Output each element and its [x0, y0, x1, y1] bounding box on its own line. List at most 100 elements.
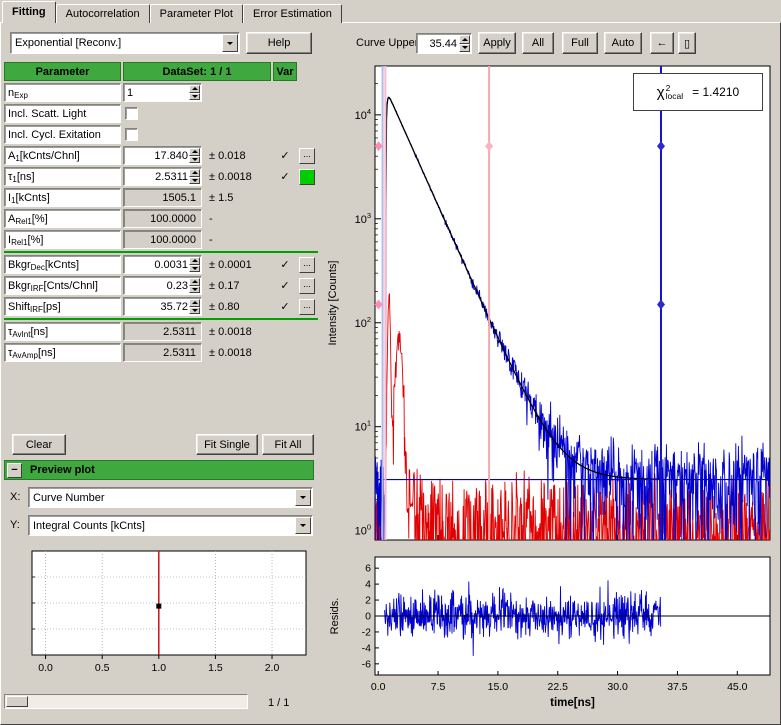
x-axis-dropdown-value: Curve Number — [29, 492, 294, 504]
clear-button[interactable]: Clear — [12, 434, 66, 455]
parameter-rows: nExp1Incl. Scatt. LightIncl. Cycl. Exita… — [4, 83, 318, 362]
spin-up-icon[interactable] — [189, 278, 200, 286]
param-row-tau-av-amp: τAvAmp[ns]2.5311± 0.0018 — [4, 343, 318, 362]
spinner[interactable] — [189, 169, 200, 184]
param-row-bkgr-irf: BkgrIRF[Cnts/Chnl]0.23± 0.17✓... — [4, 276, 318, 295]
full-button[interactable]: Full — [562, 32, 598, 54]
more-options-button[interactable]: ... — [299, 299, 315, 315]
tab-fitting[interactable]: Fitting — [2, 1, 56, 23]
header-spacer — [299, 62, 317, 81]
spinner[interactable] — [189, 257, 200, 272]
spin-up-icon[interactable] — [189, 85, 200, 93]
var-check-tau-av-amp — [273, 343, 297, 362]
spin-down-icon[interactable] — [189, 156, 200, 164]
checkbox-incl-scatt-light[interactable] — [125, 107, 138, 120]
var-check-tau-1[interactable]: ✓ — [273, 167, 297, 186]
spin-down-icon[interactable] — [189, 286, 200, 294]
spin-down-icon[interactable] — [189, 177, 200, 185]
svg-text:-4: -4 — [362, 642, 371, 654]
param-value-shift-irf[interactable]: 35.72 — [123, 297, 202, 316]
param-error-tau-av-int: ± 0.0018 — [204, 322, 271, 341]
cursor-tool-button[interactable]: ▯ — [678, 32, 696, 54]
spin-up-icon[interactable] — [459, 35, 470, 44]
param-label-tau-av-int: τAvInt[ns] — [4, 322, 121, 341]
preview-plot: 0.00.51.01.52.0 — [10, 545, 314, 683]
svg-text:2: 2 — [365, 595, 371, 607]
chi-squared-box: χ 2local = 1.4210 — [633, 73, 763, 111]
x-axis-dropdown[interactable]: Curve Number — [28, 487, 313, 508]
spinner[interactable] — [189, 148, 200, 163]
param-row-shift-irf: ShiftIRF[ps]35.72± 0.80✓... — [4, 297, 318, 316]
param-value-n-exp[interactable]: 1 — [123, 83, 202, 102]
var-check-a-rel-1 — [273, 209, 297, 228]
more-options-button[interactable]: ... — [299, 148, 315, 164]
spinner[interactable] — [189, 278, 200, 293]
scrollbar-thumb[interactable] — [6, 696, 28, 707]
all-button[interactable]: All — [522, 32, 554, 54]
curve-upper-value: 35.44 — [417, 38, 459, 50]
param-row-tau-av-int: τAvInt[ns]2.5311± 0.0018 — [4, 322, 318, 341]
param-value-bkgr-irf[interactable]: 0.23 — [123, 276, 202, 295]
param-error-shift-irf: ± 0.80 — [204, 297, 271, 316]
dropdown-arrow-icon[interactable] — [295, 517, 311, 534]
fit-all-button[interactable]: Fit All — [262, 434, 314, 455]
param-error-bkgr-dec: ± 0.0001 — [204, 255, 271, 274]
auto-button[interactable]: Auto — [604, 32, 642, 54]
spin-up-icon[interactable] — [189, 148, 200, 156]
spin-down-icon[interactable] — [189, 307, 200, 315]
more-options-button[interactable]: ... — [299, 278, 315, 294]
apply-button[interactable]: Apply — [478, 32, 516, 54]
param-label-tau-av-amp: τAvAmp[ns] — [4, 343, 121, 362]
fit-single-button[interactable]: Fit Single — [196, 434, 258, 455]
y-axis-dropdown-value: Integral Counts [kCnts] — [29, 520, 294, 532]
param-error-tau-av-amp: ± 0.0018 — [204, 343, 271, 362]
param-error-i-rel-1: - — [204, 230, 271, 249]
param-label-incl-cycl-exitation: Incl. Cycl. Exitation — [4, 125, 121, 144]
more-options-button[interactable]: ... — [299, 257, 315, 273]
curve-upper-input[interactable]: 35.44 — [416, 33, 472, 54]
link-button[interactable] — [299, 169, 315, 185]
tab-autocorrelation[interactable]: Autocorrelation — [56, 4, 150, 23]
param-value-amplitude-1[interactable]: 17.840 — [123, 146, 202, 165]
var-check-shift-irf[interactable]: ✓ — [273, 297, 297, 316]
svg-text:Intensity [Counts]: Intensity [Counts] — [327, 261, 339, 346]
param-value-tau-1[interactable]: 2.5311 — [123, 167, 202, 186]
dataset-pager: 1 / 1 — [268, 697, 289, 709]
var-check-amplitude-1[interactable]: ✓ — [273, 146, 297, 165]
spinner[interactable] — [189, 299, 200, 314]
help-button[interactable]: Help — [246, 32, 312, 54]
spin-up-icon[interactable] — [189, 169, 200, 177]
spin-down-icon[interactable] — [189, 93, 200, 101]
var-check-bkgr-dec[interactable]: ✓ — [273, 255, 297, 274]
tab-parameter-plot[interactable]: Parameter Plot — [150, 4, 243, 23]
dropdown-arrow-icon[interactable] — [222, 34, 238, 52]
dataset-scrollbar[interactable] — [4, 694, 248, 709]
collapse-button[interactable]: − — [7, 463, 22, 478]
spin-up-icon[interactable] — [189, 299, 200, 307]
spin-down-icon[interactable] — [189, 265, 200, 273]
svg-text:-6: -6 — [362, 658, 371, 670]
svg-text:102: 102 — [355, 315, 371, 330]
spin-down-icon[interactable] — [459, 44, 470, 53]
param-label-shift-irf: ShiftIRF[ps] — [4, 297, 121, 316]
param-row-a-rel-1: ARel1[%]100.0000- — [4, 209, 318, 228]
param-value-bkgr-dec[interactable]: 0.0031 — [123, 255, 202, 274]
checkbox-incl-cycl-exitation[interactable] — [125, 128, 138, 141]
tab-error-estimation[interactable]: Error Estimation — [243, 4, 342, 23]
model-dropdown[interactable]: Exponential [Reconv.] — [10, 32, 240, 54]
var-check-bkgr-irf[interactable]: ✓ — [273, 276, 297, 295]
back-arrow-button[interactable]: ← — [650, 32, 674, 54]
spin-up-icon[interactable] — [189, 257, 200, 265]
group-separator — [4, 251, 318, 253]
y-axis-dropdown[interactable]: Integral Counts [kCnts] — [28, 515, 313, 536]
spinner[interactable] — [189, 85, 200, 100]
curve-upper-spinner[interactable] — [459, 35, 470, 52]
chi-symbol: χ — [657, 84, 665, 101]
svg-text:6: 6 — [365, 563, 371, 575]
dropdown-arrow-icon[interactable] — [295, 489, 311, 506]
x-axis-picker-label: X: — [10, 491, 20, 503]
var-check-n-exp[interactable] — [273, 83, 297, 102]
chi-subscript: local — [666, 92, 683, 100]
parameter-table-header: Parameter DataSet: 1 / 1 Var — [4, 62, 318, 81]
svg-text:103: 103 — [355, 211, 371, 226]
